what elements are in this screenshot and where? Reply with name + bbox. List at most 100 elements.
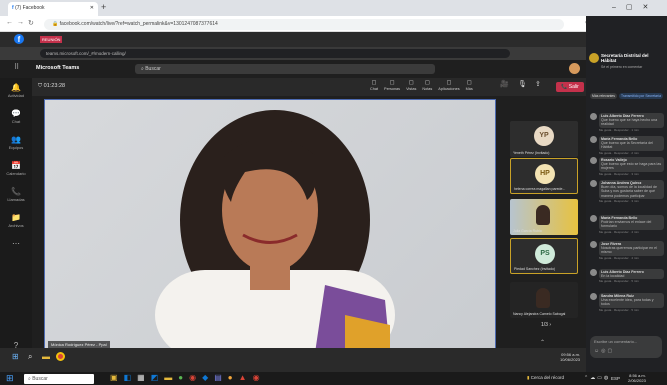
page-name[interactable]: Secretaría Distrital del Hábitat <box>601 53 663 63</box>
windows-taskbar <box>0 372 667 385</box>
inner-search-icon[interactable]: ⌕ <box>28 352 32 362</box>
rail-item-more[interactable]: ⋯ <box>0 238 32 260</box>
participant-tile[interactable]: Julia García Rubio <box>510 199 578 235</box>
back-icon[interactable]: ← <box>6 19 13 26</box>
comment-actions[interactable]: Me gusta · Responder · 5 min <box>599 279 664 283</box>
chevron-up-icon[interactable]: ⌃ <box>540 339 545 346</box>
inner-chrome-icon[interactable] <box>56 352 65 361</box>
comment-actions[interactable]: Me gusta · Responder · 1 min <box>599 128 664 132</box>
participant-video <box>536 205 550 225</box>
participant-tile[interactable]: YP Yeneth Pérez (Invitado) <box>510 121 578 157</box>
user-avatar[interactable] <box>569 63 580 74</box>
window-controls: –▢✕ <box>612 4 659 11</box>
chat-tab[interactable]: Transmitido por Secretaría <box>619 93 664 99</box>
rail-icon: 👥 <box>11 135 21 144</box>
inner-files-icon[interactable]: ▬ <box>42 352 50 361</box>
outer-browser-tab[interactable]: f (7) Facebook ✕ <box>8 2 98 16</box>
inner-url-field[interactable]: teams.microsoft.com/_#/modern-calling/ <box>40 49 510 58</box>
share-icon[interactable]: ⇪ <box>535 80 541 88</box>
camera-icon[interactable]: 🎥 <box>500 80 509 88</box>
commenter-avatar[interactable] <box>590 157 597 164</box>
participant-name: Julia García Rubio <box>513 229 542 233</box>
rail-item-calendario[interactable]: 📅 Calendario <box>0 160 32 182</box>
page-avatar <box>589 53 599 63</box>
rail-item-archivos[interactable]: 📁 Archivos <box>0 212 32 234</box>
comment-actions[interactable]: Me gusta · Responder · 2 min <box>599 151 664 155</box>
speaker-figure <box>155 110 395 360</box>
comment-input[interactable]: Escribe un comentario... ☺◎▢ <box>590 336 662 358</box>
mic-icon[interactable]: 🎙 <box>518 80 527 88</box>
comment-actions[interactable]: Me gusta · Responder · 3 min <box>599 172 664 176</box>
comment-text: Que bueno que se haya hecho una realidad <box>601 118 658 127</box>
commenter-avatar[interactable] <box>590 241 597 248</box>
commenter-avatar[interactable] <box>590 136 597 143</box>
rail-item-llamadas[interactable]: 📞 Llamadas <box>0 186 32 208</box>
language-indicator[interactable]: ESP <box>611 376 620 381</box>
control-personas[interactable]: ◻ Personas <box>384 80 400 94</box>
comment-text: Buen día, somos de la localidad de Suba … <box>601 185 657 198</box>
outer-url-field[interactable]: 🔒 facebook.com/watch/live/?ref=watch_per… <box>44 19 564 30</box>
comment-actions[interactable]: Me gusta · Responder · 4 min <box>599 230 664 234</box>
teams-app-name: Microsoft Teams <box>36 65 80 71</box>
commenter-avatar[interactable] <box>590 180 597 187</box>
participant-avatar: PS <box>535 244 555 264</box>
comment-tool-icons[interactable]: ☺◎▢ <box>594 348 658 354</box>
control-chat[interactable]: ◻ Chat <box>370 80 378 94</box>
inner-start-icon[interactable]: ⊞ <box>12 352 19 361</box>
inner-clock: 09:56 a.m. 10/06/2023 <box>560 352 581 362</box>
windows-start-icon[interactable]: ⊞ <box>6 373 14 384</box>
comment-actions[interactable]: Me gusta · Responder · 4 min <box>599 256 664 260</box>
weather-widget[interactable]: ▮ Cerca del récord <box>527 375 564 381</box>
teams-search-input[interactable]: ⌕ Buscar <box>135 64 435 74</box>
control-aplicaciones[interactable]: ◻ Aplicaciones <box>438 80 459 94</box>
outer-tab-title: (7) Facebook <box>15 5 45 11</box>
participant-name: Yeneth Pérez (Invitado) <box>513 151 550 155</box>
participant-video <box>536 288 550 308</box>
participant-tile[interactable]: Nancy Alejandra Camelo Sabogal <box>510 282 578 318</box>
rail-icon: 🔔 <box>11 83 21 92</box>
participant-tile[interactable]: PS Piedad Sanchez (Invitado) <box>510 238 578 274</box>
chat-message: Sandra Milena Ruiz Una excelente idea, pa… <box>590 293 664 312</box>
control-label: Notas <box>422 87 433 91</box>
comment-text: Una excelente idea, para todas y todos <box>601 298 654 307</box>
control-icon: ◻ <box>371 80 377 86</box>
inner-tab-badge: REUNIÓN <box>40 36 63 43</box>
control-icon: ◻ <box>424 80 430 86</box>
reload-icon[interactable]: ↻ <box>28 19 34 27</box>
commenter-avatar[interactable] <box>590 215 597 222</box>
control-icon: ◻ <box>466 80 472 86</box>
system-tray-icons[interactable]: ⌃☁▭◍ <box>584 375 610 381</box>
rail-label: Actividad <box>7 93 25 98</box>
control-vistas[interactable]: ◻ Vistas <box>406 80 416 94</box>
inner-tab-strip <box>0 32 586 47</box>
tab-close-icon[interactable]: ✕ <box>90 5 94 11</box>
app-grid-icon[interactable]: ⠿ <box>14 63 19 71</box>
commenter-avatar[interactable] <box>590 293 597 300</box>
comment-actions[interactable]: Me gusta · Responder · 5 min <box>599 308 664 312</box>
rail-icon: 📞 <box>11 187 21 196</box>
pagination[interactable]: 1/3 › <box>541 322 551 328</box>
rail-item-actividad[interactable]: 🔔 Actividad <box>0 82 32 104</box>
control-más[interactable]: ◻ Más <box>466 80 473 94</box>
leave-button[interactable]: 📞 Salir <box>556 82 584 92</box>
rail-item-chat[interactable]: 💬 Chat <box>0 108 32 130</box>
inner-taskbar <box>0 348 586 372</box>
comment-actions[interactable]: Me gusta · Responder · 3 min <box>599 199 664 203</box>
rail-label: Chat <box>11 119 21 124</box>
taskbar-search[interactable]: ⌕ Buscar <box>24 374 94 384</box>
forward-icon[interactable]: → <box>17 19 24 26</box>
participant-name: Nancy Alejandra Camelo Sabogal <box>513 312 566 316</box>
new-tab-button[interactable]: + <box>101 2 106 12</box>
control-notas[interactable]: ◻ Notas <box>422 80 432 94</box>
chat-tab[interactable]: Más relevantes <box>590 93 617 99</box>
clock[interactable]: 8:56 a.m. 2/06/2023 <box>628 373 646 383</box>
rail-item-equipos[interactable]: 👥 Equipos <box>0 134 32 156</box>
control-label: Chat <box>370 87 379 91</box>
rail-icon: 💬 <box>11 109 21 118</box>
rail-label: Calendario <box>6 171 26 176</box>
main-speaker-video[interactable]: Mónica Rodríguez Pérez - Ppal <box>44 99 496 360</box>
taskbar-app-icons[interactable]: ▣◧▦◩▬●◉◆▤●▲◉ <box>110 373 266 382</box>
commenter-avatar[interactable] <box>590 269 597 276</box>
participant-tile[interactable]: HP helena correa magallan parede... <box>510 158 578 194</box>
commenter-avatar[interactable] <box>590 113 597 120</box>
